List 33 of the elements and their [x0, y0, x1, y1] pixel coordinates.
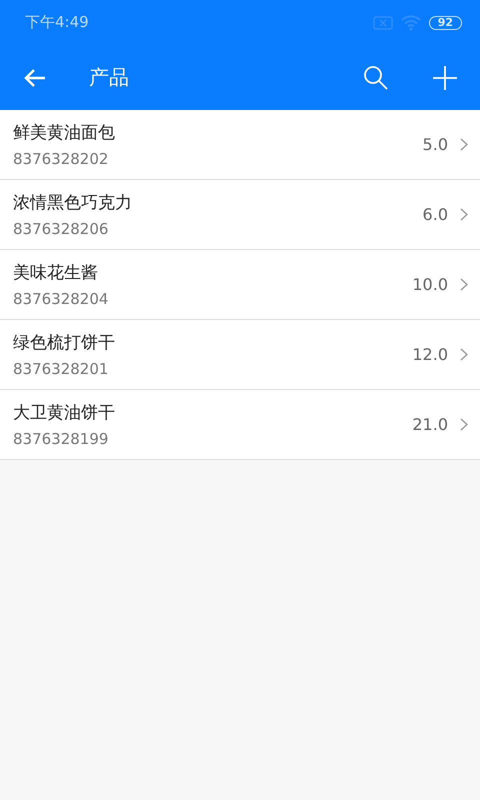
chevron-icon [460, 278, 468, 291]
product-row[interactable]: 绿色梳打饼干 8376328201 12.0 [0, 320, 480, 390]
back-arrow-icon[interactable] [24, 68, 46, 88]
product-price: 6.0 [422, 205, 448, 224]
product-name: 鲜美黄油面包 [13, 122, 116, 144]
product-code: 8376328202 [13, 150, 110, 168]
page-title: 产品 [89, 64, 130, 91]
product-code: 8376328201 [13, 360, 110, 378]
product-code: 8376328206 [13, 220, 110, 238]
sim-icon [372, 16, 393, 30]
add-icon[interactable] [432, 64, 458, 90]
wifi-icon [400, 14, 421, 30]
product-row[interactable]: 美味花生酱 8376328204 10.0 [0, 250, 480, 320]
product-row[interactable]: 鲜美黄油面包 8376328202 5.0 [0, 110, 480, 180]
product-code: 8376328204 [13, 290, 110, 308]
battery-level: 92 [428, 16, 462, 30]
chevron-icon [460, 418, 468, 431]
chevron-icon [460, 138, 468, 151]
product-price: 5.0 [422, 135, 448, 154]
product-name: 浓情黑色巧克力 [13, 192, 133, 214]
product-price: 10.0 [412, 275, 448, 294]
product-name: 大卫黄油饼干 [13, 402, 116, 424]
search-icon[interactable] [363, 64, 389, 90]
product-name: 绿色梳打饼干 [13, 332, 116, 354]
product-name: 美味花生酱 [13, 262, 99, 284]
product-price: 12.0 [412, 345, 448, 364]
product-row[interactable]: 浓情黑色巧克力 8376328206 6.0 [0, 180, 480, 250]
product-price: 21.0 [412, 415, 448, 434]
chevron-icon [460, 348, 468, 361]
product-code: 8376328199 [13, 430, 110, 448]
status-time: 下午4:49 [25, 13, 89, 32]
chevron-icon [460, 208, 468, 221]
product-row[interactable]: 大卫黄油饼干 8376328199 21.0 [0, 390, 480, 460]
